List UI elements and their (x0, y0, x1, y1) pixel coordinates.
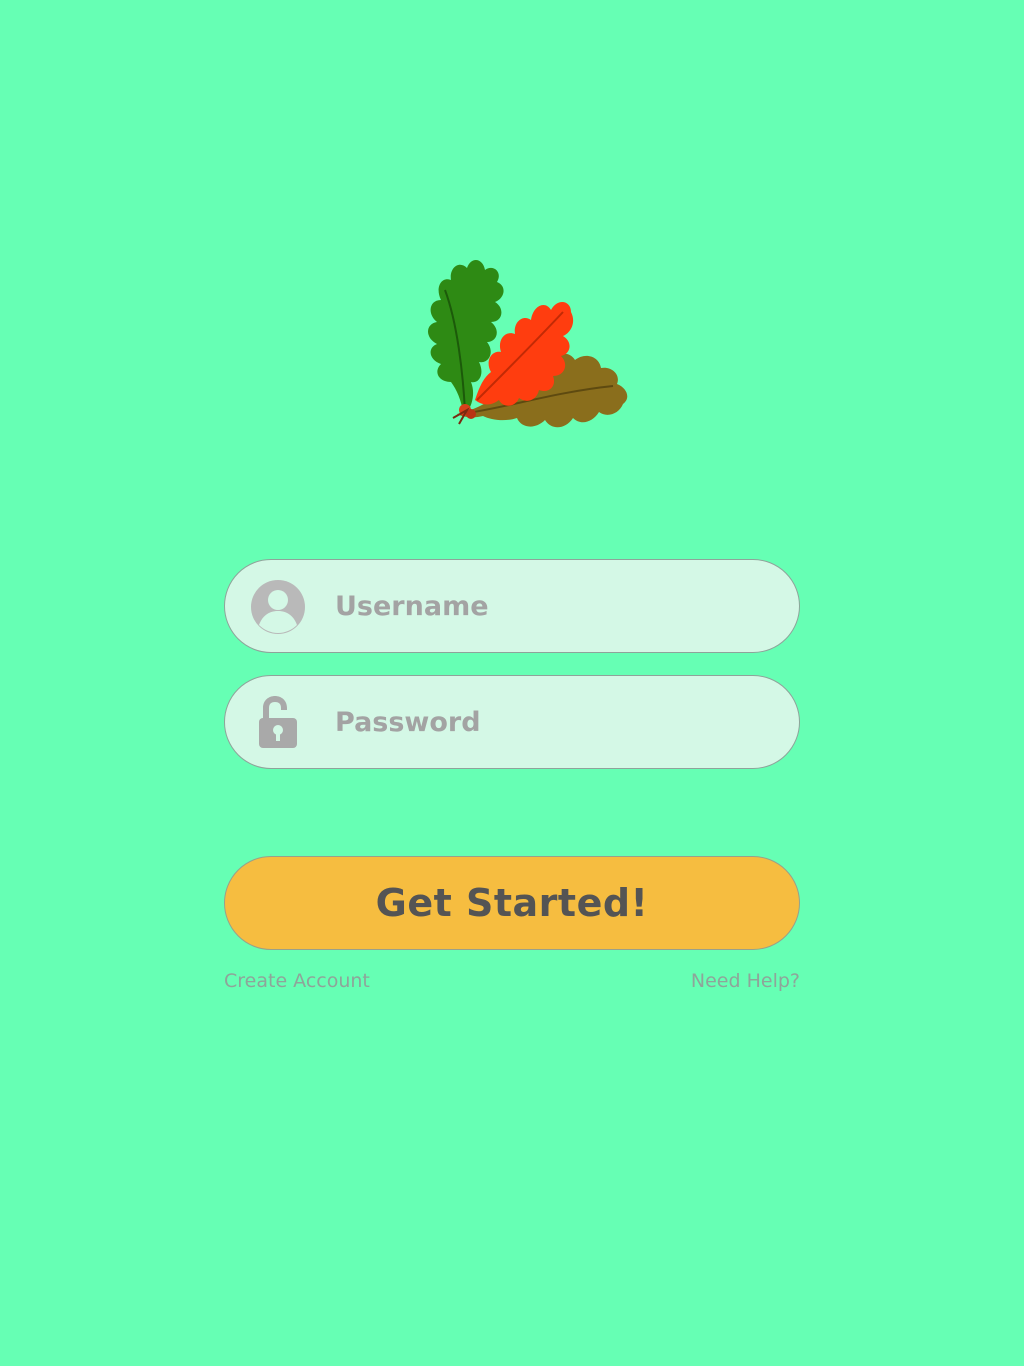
get-started-button[interactable]: Get Started! (224, 856, 800, 950)
password-field[interactable] (224, 675, 800, 769)
password-input[interactable] (335, 676, 769, 768)
username-input[interactable] (335, 560, 769, 652)
user-avatar-icon (251, 580, 305, 634)
need-help-link[interactable]: Need Help? (691, 970, 800, 992)
unlocked-padlock-icon (259, 696, 297, 748)
create-account-link[interactable]: Create Account (224, 970, 370, 992)
username-field[interactable] (224, 559, 800, 653)
oak-leaves-logo-icon (428, 259, 628, 428)
